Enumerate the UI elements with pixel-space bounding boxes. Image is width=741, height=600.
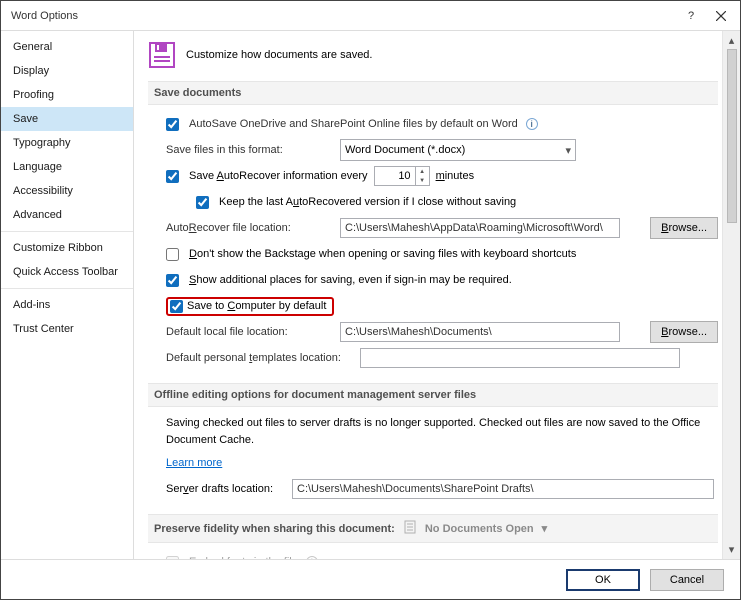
save-to-computer-checkbox[interactable]	[170, 300, 183, 313]
intro-row: Customize how documents are saved.	[148, 41, 718, 69]
cancel-button[interactable]: Cancel	[650, 569, 724, 591]
autorecover-minutes-spinner[interactable]: ▲ ▼	[374, 166, 430, 186]
spin-up[interactable]: ▲	[416, 167, 429, 176]
row-show-additional: Show additional places for saving, even …	[148, 269, 718, 291]
sidebar-item-save[interactable]: Save	[1, 107, 133, 131]
dialog-body: General Display Proofing Save Typography…	[1, 31, 740, 559]
scroll-up-icon[interactable]: ▴	[723, 31, 740, 49]
chevron-down-icon[interactable]: ▾	[542, 522, 548, 535]
sidebar-item-advanced[interactable]: Advanced	[1, 203, 133, 227]
sidebar-item-trust-center[interactable]: Trust Center	[1, 317, 133, 341]
embed-fonts-checkbox	[166, 556, 179, 560]
save-icon	[148, 41, 176, 69]
row-embed-fonts: Embed fonts in the file i	[148, 551, 718, 559]
titlebar: Word Options ?	[1, 1, 740, 31]
row-autorecover: Save AutoRecover information every ▲ ▼ m…	[148, 165, 718, 187]
row-autosave: AutoSave OneDrive and SharePoint Online …	[148, 113, 718, 135]
autorecover-minutes-input[interactable]	[375, 167, 415, 185]
close-button[interactable]	[706, 2, 736, 30]
format-label: Save files in this format:	[166, 144, 334, 156]
sidebar-item-accessibility[interactable]: Accessibility	[1, 179, 133, 203]
scroll-down-icon[interactable]: ▾	[723, 541, 740, 559]
autorecover-checkbox[interactable]	[166, 170, 179, 183]
autorecover-loc-input[interactable]	[340, 218, 620, 238]
row-keep-last: Keep the last AutoRecovered version if I…	[148, 191, 718, 213]
intro-text: Customize how documents are saved.	[186, 49, 372, 61]
sidebar: General Display Proofing Save Typography…	[1, 31, 134, 559]
dont-show-backstage-checkbox[interactable]	[166, 248, 179, 261]
row-server-drafts: Server drafts location:	[148, 478, 718, 500]
row-default-templates: Default personal templates location:	[148, 347, 718, 369]
autosave-checkbox[interactable]	[166, 118, 179, 131]
row-save-to-computer: Save to Computer by default	[148, 295, 718, 317]
show-additional-label: Show additional places for saving, even …	[189, 274, 512, 286]
dont-show-backstage-label: Don't show the Backstage when opening or…	[189, 248, 576, 260]
window-title: Word Options	[11, 10, 676, 22]
default-templates-label: Default personal templates location:	[166, 352, 354, 364]
help-button[interactable]: ?	[676, 2, 706, 30]
content-scrollbar[interactable]: ▴ ▾	[722, 31, 740, 559]
spin-down[interactable]: ▼	[416, 176, 429, 185]
autosave-label: AutoSave OneDrive and SharePoint Online …	[189, 118, 518, 130]
row-dont-show-backstage: Don't show the Backstage when opening or…	[148, 243, 718, 265]
content-wrap: Customize how documents are saved. Save …	[134, 31, 740, 559]
row-autorecover-loc: AutoRecover file location: Browse...	[148, 217, 718, 239]
browse-default-local-button[interactable]: Browse...	[650, 321, 718, 343]
dialog-footer: OK Cancel	[1, 559, 740, 599]
close-icon	[716, 11, 726, 21]
section-fidelity: Preserve fidelity when sharing this docu…	[148, 514, 718, 543]
row-default-local: Default local file location: Browse...	[148, 321, 718, 343]
row-learn-more: Learn more	[148, 452, 718, 474]
sidebar-item-qat[interactable]: Quick Access Toolbar	[1, 260, 133, 284]
offline-desc: Saving checked out files to server draft…	[148, 415, 718, 448]
autorecover-prefix: Save AutoRecover information every	[189, 170, 368, 182]
row-format: Save files in this format: Word Document…	[148, 139, 718, 161]
ok-button[interactable]: OK	[566, 569, 640, 591]
sidebar-separator	[1, 231, 133, 232]
content: Customize how documents are saved. Save …	[134, 31, 722, 559]
section-offline: Offline editing options for document man…	[148, 383, 718, 407]
section-save-documents: Save documents	[148, 81, 718, 105]
sidebar-item-typography[interactable]: Typography	[1, 131, 133, 155]
browse-autorecover-button[interactable]: Browse...	[650, 217, 718, 239]
default-templates-input[interactable]	[360, 348, 680, 368]
word-options-window: Word Options ? General Display Proofing …	[0, 0, 741, 600]
sidebar-item-display[interactable]: Display	[1, 59, 133, 83]
sidebar-item-general[interactable]: General	[1, 35, 133, 59]
keep-last-label: Keep the last AutoRecovered version if I…	[219, 196, 516, 208]
word-doc-icon	[403, 520, 417, 537]
keep-last-checkbox[interactable]	[196, 196, 209, 209]
server-drafts-label: Server drafts location:	[166, 483, 286, 495]
info-icon: i	[306, 556, 318, 559]
autorecover-suffix: minutes	[436, 170, 475, 182]
format-select[interactable]: Word Document (*.docx) ▾	[340, 139, 576, 161]
save-to-computer-highlight: Save to Computer by default	[166, 297, 334, 316]
learn-more-link[interactable]: Learn more	[166, 457, 222, 469]
sidebar-item-customize-ribbon[interactable]: Customize Ribbon	[1, 236, 133, 260]
embed-fonts-label: Embed fonts in the file	[189, 556, 298, 559]
sidebar-item-proofing[interactable]: Proofing	[1, 83, 133, 107]
fidelity-header: Preserve fidelity when sharing this docu…	[154, 523, 395, 535]
autorecover-loc-label: AutoRecover file location:	[166, 222, 334, 234]
fidelity-doc-value: No Documents Open	[425, 523, 534, 535]
format-value: Word Document (*.docx)	[345, 144, 465, 156]
save-to-computer-label: Save to Computer by default	[187, 300, 326, 312]
default-local-label: Default local file location:	[166, 326, 334, 338]
chevron-down-icon: ▾	[565, 144, 571, 157]
scrollbar-thumb[interactable]	[727, 49, 737, 223]
server-drafts-input[interactable]	[292, 479, 714, 499]
default-local-input[interactable]	[340, 322, 620, 342]
sidebar-item-language[interactable]: Language	[1, 155, 133, 179]
sidebar-item-addins[interactable]: Add-ins	[1, 293, 133, 317]
show-additional-checkbox[interactable]	[166, 274, 179, 287]
sidebar-separator-2	[1, 288, 133, 289]
info-icon[interactable]: i	[526, 118, 538, 130]
